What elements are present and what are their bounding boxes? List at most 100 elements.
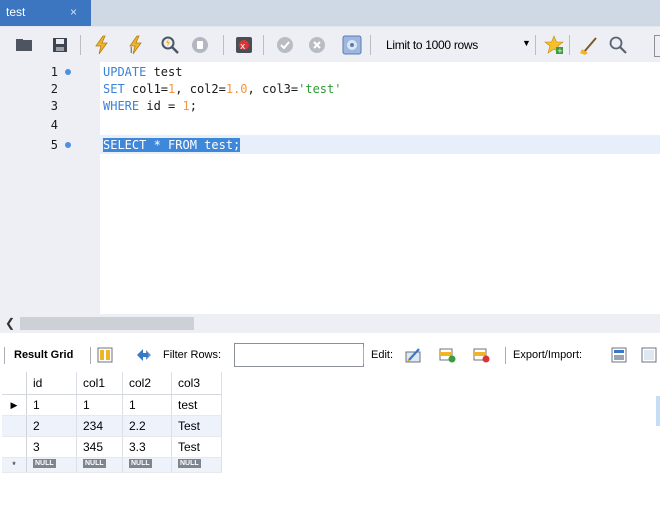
cell[interactable]: 3 — [26, 436, 77, 458]
keyword-token: WHERE — [103, 99, 140, 113]
cell: NULL — [122, 457, 172, 473]
refresh-icon[interactable] — [135, 346, 153, 364]
execute-current-statement-icon[interactable]: I — [126, 35, 146, 55]
cell[interactable]: Test — [171, 436, 222, 458]
edit-label: Edit: — [371, 349, 394, 361]
column-header-id[interactable]: id — [26, 372, 77, 395]
add-snippet-icon[interactable]: + — [544, 35, 564, 55]
stop-icon[interactable] — [190, 35, 210, 55]
open-folder-icon[interactable] — [14, 35, 34, 55]
tab-label: test — [6, 5, 26, 19]
edit-row-icon[interactable] — [404, 346, 422, 364]
add-row-icon[interactable] — [438, 346, 456, 364]
code-token: col1= — [124, 82, 169, 96]
close-icon[interactable]: × — [70, 5, 77, 19]
toolbar-separator — [4, 347, 5, 364]
code-token: , col3= — [247, 82, 299, 96]
toolbar-separator — [535, 35, 536, 55]
import-icon[interactable] — [640, 346, 658, 364]
cell[interactable]: 3.3 — [122, 436, 172, 458]
line-number: 4 — [50, 118, 58, 132]
statement-marker-icon — [65, 142, 71, 148]
row-indicator-header — [2, 372, 27, 395]
cell: NULL — [171, 457, 222, 473]
null-badge: NULL — [178, 459, 201, 468]
scroll-left-icon[interactable]: ❮ — [5, 316, 15, 330]
sql-editor[interactable]: 1 UPDATE test 2 SET col1=1, col2=1.0, co… — [0, 62, 660, 314]
toolbar-separator — [263, 35, 264, 55]
table-row[interactable]: ▶ 1 1 1 test — [2, 394, 222, 416]
current-row-indicator-icon: ▶ — [2, 394, 27, 416]
cell: NULL — [26, 457, 77, 473]
toolbar-separator — [569, 35, 570, 55]
cell: NULL — [76, 457, 123, 473]
rollback-icon[interactable] — [307, 35, 327, 55]
cell[interactable]: test — [171, 394, 222, 416]
result-grid-tab[interactable]: Result Grid — [14, 349, 73, 361]
cell[interactable]: 2 — [26, 415, 77, 437]
wrap-toggle-icon[interactable] — [654, 35, 660, 57]
sql-editor-toolbar: I x Limit to 1000 rows ▼ + — [0, 26, 660, 63]
autocommit-icon[interactable] — [342, 35, 362, 55]
row-indicator — [2, 436, 27, 458]
cell[interactable]: 234 — [76, 415, 123, 437]
code-token: , col2= — [175, 82, 226, 96]
find-icon[interactable] — [608, 35, 628, 55]
explain-icon[interactable] — [160, 35, 180, 55]
svg-text:+: + — [557, 47, 563, 55]
limit-rows-select[interactable]: Limit to 1000 rows ▼ — [378, 36, 538, 54]
side-panel-toggle[interactable] — [656, 396, 660, 426]
null-badge: NULL — [83, 459, 106, 468]
string-token: 'test' — [298, 82, 342, 96]
beautify-icon[interactable] — [580, 35, 600, 55]
code-token: ; — [189, 99, 197, 113]
export-import-label: Export/Import: — [513, 349, 583, 361]
delete-row-icon[interactable] — [472, 346, 490, 364]
row-indicator — [2, 415, 27, 437]
tab-test[interactable]: test × — [0, 0, 91, 26]
column-header-col3[interactable]: col3 — [171, 372, 222, 395]
table-row[interactable]: 3 345 3.3 Test — [2, 436, 222, 458]
commit-icon[interactable] — [275, 35, 295, 55]
toolbar-separator — [90, 347, 91, 364]
code-line: 1 UPDATE test — [0, 65, 660, 80]
cell[interactable]: 1 — [122, 394, 172, 416]
editor-horizontal-scrollbar[interactable]: ❮ — [0, 314, 660, 333]
current-line: 5 SELECT * FROM test; — [0, 135, 660, 154]
selected-text[interactable]: SELECT * FROM test; — [103, 138, 241, 152]
column-header-col2[interactable]: col2 — [122, 372, 172, 395]
svg-text:x: x — [240, 42, 246, 52]
line-number: 3 — [50, 99, 58, 113]
toolbar-separator — [370, 35, 371, 55]
tab-strip: test × — [0, 0, 660, 26]
code-line: 3 WHERE id = 1; — [0, 99, 660, 114]
cell[interactable]: 1 — [26, 394, 77, 416]
cell[interactable]: 1 — [76, 394, 123, 416]
null-badge: NULL — [129, 459, 152, 468]
cell[interactable]: 345 — [76, 436, 123, 458]
number-token: 1 — [182, 99, 190, 113]
line-number: 2 — [50, 82, 58, 96]
toolbar-separator — [505, 347, 506, 364]
svg-text:I: I — [130, 46, 132, 55]
code-line: 2 SET col1=1, col2=1.0, col3='test' — [0, 82, 660, 97]
new-row[interactable]: * NULL NULL NULL NULL — [2, 457, 222, 473]
execute-icon[interactable] — [92, 35, 112, 55]
code-line: 4 — [0, 118, 660, 133]
export-icon[interactable] — [610, 346, 628, 364]
save-icon[interactable] — [50, 35, 70, 55]
line-number: 1 — [50, 65, 58, 79]
filter-rows-label: Filter Rows: — [163, 349, 222, 361]
column-header-col1[interactable]: col1 — [76, 372, 123, 395]
cell[interactable]: Test — [171, 415, 222, 437]
cell[interactable]: 2.2 — [122, 415, 172, 437]
grid-layout-icon[interactable] — [96, 346, 114, 364]
filter-rows-input[interactable] — [234, 343, 364, 367]
result-grid: id col1 col2 col3 ▶ 1 1 1 test 2 234 2.2… — [2, 372, 222, 473]
scrollbar-thumb[interactable] — [20, 317, 194, 330]
table-row[interactable]: 2 234 2.2 Test — [2, 415, 222, 437]
toggle-error-icon[interactable]: x — [234, 35, 254, 55]
grid-header-row: id col1 col2 col3 — [2, 372, 222, 395]
keyword-token: UPDATE — [103, 65, 147, 79]
code-token: test — [146, 65, 183, 79]
